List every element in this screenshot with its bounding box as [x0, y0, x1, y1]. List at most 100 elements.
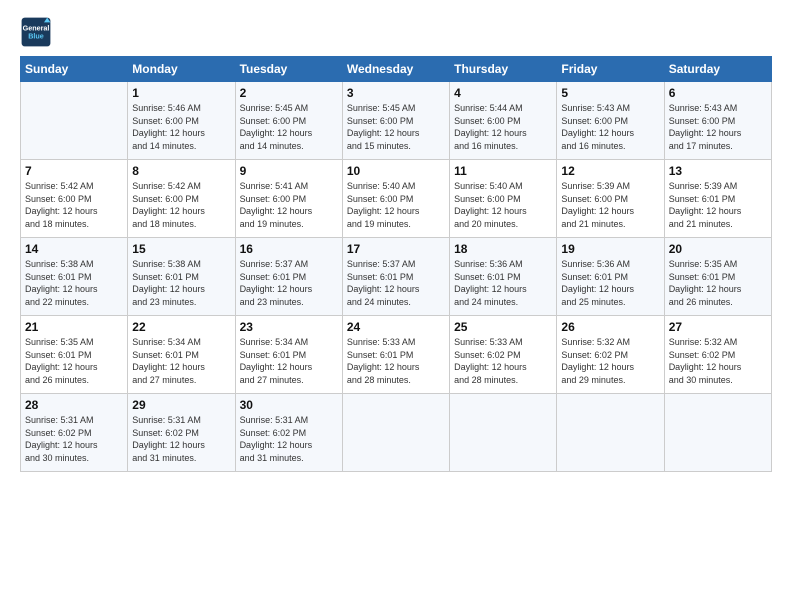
day-details: Sunrise: 5:46 AM Sunset: 6:00 PM Dayligh…	[132, 102, 230, 152]
day-number: 21	[25, 320, 123, 334]
day-details: Sunrise: 5:35 AM Sunset: 6:01 PM Dayligh…	[669, 258, 767, 308]
calendar-cell	[342, 394, 449, 472]
day-details: Sunrise: 5:38 AM Sunset: 6:01 PM Dayligh…	[25, 258, 123, 308]
day-details: Sunrise: 5:33 AM Sunset: 6:01 PM Dayligh…	[347, 336, 445, 386]
day-number: 24	[347, 320, 445, 334]
day-details: Sunrise: 5:32 AM Sunset: 6:02 PM Dayligh…	[561, 336, 659, 386]
header: General Blue	[20, 16, 772, 48]
day-number: 8	[132, 164, 230, 178]
calendar-cell: 16 Sunrise: 5:37 AM Sunset: 6:01 PM Dayli…	[235, 238, 342, 316]
day-details: Sunrise: 5:34 AM Sunset: 6:01 PM Dayligh…	[240, 336, 338, 386]
day-number: 2	[240, 86, 338, 100]
calendar-cell: 10 Sunrise: 5:40 AM Sunset: 6:00 PM Dayli…	[342, 160, 449, 238]
day-details: Sunrise: 5:35 AM Sunset: 6:01 PM Dayligh…	[25, 336, 123, 386]
day-number: 22	[132, 320, 230, 334]
day-number: 29	[132, 398, 230, 412]
day-details: Sunrise: 5:37 AM Sunset: 6:01 PM Dayligh…	[347, 258, 445, 308]
calendar-cell	[450, 394, 557, 472]
calendar-cell: 11Sunrise: 5:40 AM Sunset: 6:00 PM Dayli…	[450, 160, 557, 238]
day-number: 19	[561, 242, 659, 256]
day-details: Sunrise: 5:37 AM Sunset: 6:01 PM Dayligh…	[240, 258, 338, 308]
calendar-cell: 26 Sunrise: 5:32 AM Sunset: 6:02 PM Dayli…	[557, 316, 664, 394]
day-details: Sunrise: 5:45 AM Sunset: 6:00 PM Dayligh…	[240, 102, 338, 152]
day-details: Sunrise: 5:39 AM Sunset: 6:01 PM Dayligh…	[669, 180, 767, 230]
day-number: 30	[240, 398, 338, 412]
day-details: Sunrise: 5:44 AM Sunset: 6:00 PM Dayligh…	[454, 102, 552, 152]
day-number: 20	[669, 242, 767, 256]
calendar-cell: 20 Sunrise: 5:35 AM Sunset: 6:01 PM Dayli…	[664, 238, 771, 316]
calendar-cell	[21, 82, 128, 160]
calendar-cell: 14 Sunrise: 5:38 AM Sunset: 6:01 PM Dayli…	[21, 238, 128, 316]
logo-icon: General Blue	[20, 16, 52, 48]
calendar-cell: 9 Sunrise: 5:41 AM Sunset: 6:00 PM Daylig…	[235, 160, 342, 238]
calendar-cell: 24 Sunrise: 5:33 AM Sunset: 6:01 PM Dayli…	[342, 316, 449, 394]
day-details: Sunrise: 5:32 AM Sunset: 6:02 PM Dayligh…	[669, 336, 767, 386]
calendar-cell: 7 Sunrise: 5:42 AM Sunset: 6:00 PM Daylig…	[21, 160, 128, 238]
day-number: 11	[454, 164, 552, 178]
calendar-cell: 29 Sunrise: 5:31 AM Sunset: 6:02 PM Dayli…	[128, 394, 235, 472]
col-header-saturday: Saturday	[664, 57, 771, 82]
svg-text:Blue: Blue	[28, 31, 44, 40]
day-number: 27	[669, 320, 767, 334]
calendar-cell	[664, 394, 771, 472]
calendar-cell: 6 Sunrise: 5:43 AM Sunset: 6:00 PM Daylig…	[664, 82, 771, 160]
calendar-cell: 19 Sunrise: 5:36 AM Sunset: 6:01 PM Dayli…	[557, 238, 664, 316]
calendar-cell: 18 Sunrise: 5:36 AM Sunset: 6:01 PM Dayli…	[450, 238, 557, 316]
calendar-cell: 27 Sunrise: 5:32 AM Sunset: 6:02 PM Dayli…	[664, 316, 771, 394]
calendar-table: SundayMondayTuesdayWednesdayThursdayFrid…	[20, 56, 772, 472]
day-number: 13	[669, 164, 767, 178]
calendar-cell: 17 Sunrise: 5:37 AM Sunset: 6:01 PM Dayli…	[342, 238, 449, 316]
day-number: 23	[240, 320, 338, 334]
day-number: 14	[25, 242, 123, 256]
day-details: Sunrise: 5:45 AM Sunset: 6:00 PM Dayligh…	[347, 102, 445, 152]
day-details: Sunrise: 5:39 AM Sunset: 6:00 PM Dayligh…	[561, 180, 659, 230]
calendar-page: General Blue SundayMondayTuesdayWednesda…	[0, 0, 792, 484]
day-number: 6	[669, 86, 767, 100]
day-number: 18	[454, 242, 552, 256]
day-number: 9	[240, 164, 338, 178]
day-number: 25	[454, 320, 552, 334]
day-number: 1	[132, 86, 230, 100]
calendar-week-2: 7 Sunrise: 5:42 AM Sunset: 6:00 PM Daylig…	[21, 160, 772, 238]
day-number: 10	[347, 164, 445, 178]
day-number: 26	[561, 320, 659, 334]
calendar-week-4: 21 Sunrise: 5:35 AM Sunset: 6:01 PM Dayli…	[21, 316, 772, 394]
col-header-friday: Friday	[557, 57, 664, 82]
calendar-cell: 23 Sunrise: 5:34 AM Sunset: 6:01 PM Dayli…	[235, 316, 342, 394]
col-header-sunday: Sunday	[21, 57, 128, 82]
calendar-cell: 12 Sunrise: 5:39 AM Sunset: 6:00 PM Dayli…	[557, 160, 664, 238]
calendar-week-1: 1 Sunrise: 5:46 AM Sunset: 6:00 PM Daylig…	[21, 82, 772, 160]
calendar-cell: 8 Sunrise: 5:42 AM Sunset: 6:00 PM Daylig…	[128, 160, 235, 238]
calendar-cell: 30 Sunrise: 5:31 AM Sunset: 6:02 PM Dayli…	[235, 394, 342, 472]
day-number: 16	[240, 242, 338, 256]
day-number: 12	[561, 164, 659, 178]
calendar-cell: 21 Sunrise: 5:35 AM Sunset: 6:01 PM Dayli…	[21, 316, 128, 394]
calendar-cell: 1 Sunrise: 5:46 AM Sunset: 6:00 PM Daylig…	[128, 82, 235, 160]
col-header-tuesday: Tuesday	[235, 57, 342, 82]
day-details: Sunrise: 5:42 AM Sunset: 6:00 PM Dayligh…	[25, 180, 123, 230]
day-number: 17	[347, 242, 445, 256]
day-details: Sunrise: 5:42 AM Sunset: 6:00 PM Dayligh…	[132, 180, 230, 230]
calendar-cell: 13 Sunrise: 5:39 AM Sunset: 6:01 PM Dayli…	[664, 160, 771, 238]
day-details: Sunrise: 5:31 AM Sunset: 6:02 PM Dayligh…	[240, 414, 338, 464]
calendar-cell: 22 Sunrise: 5:34 AM Sunset: 6:01 PM Dayli…	[128, 316, 235, 394]
calendar-cell: 15Sunrise: 5:38 AM Sunset: 6:01 PM Dayli…	[128, 238, 235, 316]
day-details: Sunrise: 5:31 AM Sunset: 6:02 PM Dayligh…	[25, 414, 123, 464]
col-header-thursday: Thursday	[450, 57, 557, 82]
day-details: Sunrise: 5:34 AM Sunset: 6:01 PM Dayligh…	[132, 336, 230, 386]
col-header-wednesday: Wednesday	[342, 57, 449, 82]
day-details: Sunrise: 5:36 AM Sunset: 6:01 PM Dayligh…	[561, 258, 659, 308]
day-details: Sunrise: 5:43 AM Sunset: 6:00 PM Dayligh…	[561, 102, 659, 152]
day-details: Sunrise: 5:41 AM Sunset: 6:00 PM Dayligh…	[240, 180, 338, 230]
calendar-cell	[557, 394, 664, 472]
day-number: 7	[25, 164, 123, 178]
day-details: Sunrise: 5:43 AM Sunset: 6:00 PM Dayligh…	[669, 102, 767, 152]
day-details: Sunrise: 5:31 AM Sunset: 6:02 PM Dayligh…	[132, 414, 230, 464]
day-details: Sunrise: 5:40 AM Sunset: 6:00 PM Dayligh…	[347, 180, 445, 230]
calendar-cell: 4Sunrise: 5:44 AM Sunset: 6:00 PM Daylig…	[450, 82, 557, 160]
day-details: Sunrise: 5:36 AM Sunset: 6:01 PM Dayligh…	[454, 258, 552, 308]
day-details: Sunrise: 5:33 AM Sunset: 6:02 PM Dayligh…	[454, 336, 552, 386]
day-number: 15	[132, 242, 230, 256]
calendar-header-row: SundayMondayTuesdayWednesdayThursdayFrid…	[21, 57, 772, 82]
day-number: 5	[561, 86, 659, 100]
